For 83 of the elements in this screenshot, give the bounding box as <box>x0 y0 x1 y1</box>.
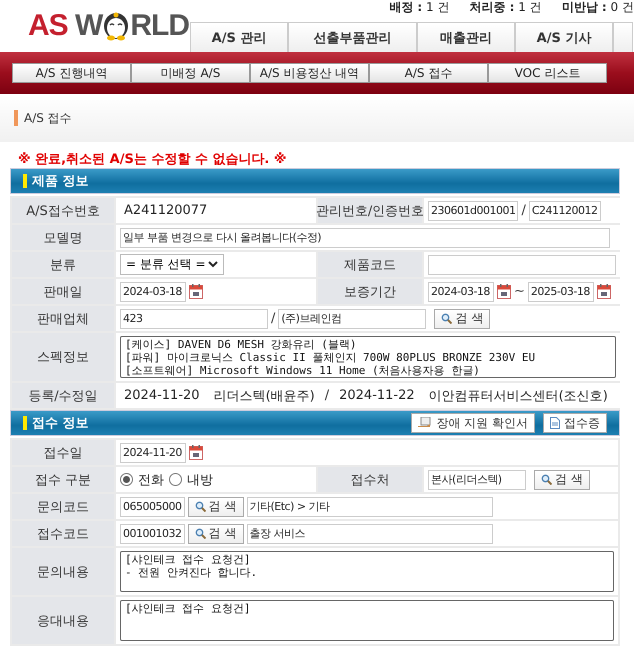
search-icon <box>541 474 552 485</box>
registered-date: 2024-11-20 <box>123 388 201 403</box>
field-label: A/S접수번호 <box>12 198 114 223</box>
inquiry-textarea[interactable]: [샤인테크 접수 요청건] - 전원 안켜진다 합니다. <box>120 551 614 592</box>
document-icon <box>550 417 560 429</box>
separator: / <box>271 311 276 326</box>
input-field[interactable]: 출장 서비스 <box>246 524 492 544</box>
field-label: 접수 구분 <box>12 467 114 492</box>
radio-button[interactable] <box>169 473 182 486</box>
input-field[interactable]: 기타(Etc) > 기타 <box>246 496 492 516</box>
date-field[interactable]: 2024-03-18 <box>120 282 186 302</box>
input-field[interactable]: 230601d001001 <box>428 200 518 220</box>
receipt-number: A241120077 <box>123 203 208 218</box>
registered-by: 리더스텍(배윤주) <box>212 388 316 404</box>
spec-textarea[interactable]: [케이스] DAVEN D6 MESH 강화유리 (블랙) [파워] 마이크로닉스 Classic II 풀체인지 700W 80PLUS BRONZE 230V EU [소프트웨어] Microsoft Windows 11 Home (처음사용자용 한글) <box>120 336 616 378</box>
status-count: 미반납 : 0 건 <box>562 0 634 16</box>
chevron-down-icon <box>208 261 218 268</box>
field-label: 등록/수정일 <box>12 383 114 408</box>
input-field[interactable]: 001001032 <box>120 524 184 544</box>
main-nav-tab[interactable]: 선출부품관리 <box>288 22 417 52</box>
input-field[interactable] <box>428 254 616 274</box>
penguin-icon <box>102 11 130 41</box>
confirmation-button[interactable]: 장애 지원 확인서 <box>411 413 535 433</box>
field-label: 접수처 <box>318 467 422 492</box>
field-label: 판매업체 <box>12 306 114 331</box>
date-field[interactable]: 2025-03-18 <box>528 282 594 302</box>
status-count: 처리중 : 1 건 <box>470 0 542 16</box>
input-field[interactable]: (주)브레인컴 <box>278 308 426 328</box>
separator: ~ <box>514 284 525 299</box>
search-icon <box>194 528 206 539</box>
field-label: 분류 <box>12 252 114 277</box>
sub-nav-tab[interactable]: A/S 비용정산 내역 <box>250 63 369 83</box>
category-select[interactable]: = 분류 선택 = <box>120 254 224 275</box>
field-label: 응대내용 <box>12 597 114 644</box>
field-label: 문의코드 <box>12 494 114 519</box>
input-field[interactable]: 423 <box>120 308 268 328</box>
main-nav-tab[interactable]: 매출관리 <box>417 22 515 52</box>
search-button[interactable]: 검 색 <box>188 496 244 516</box>
search-button[interactable]: 검 색 <box>188 524 244 544</box>
sub-nav-tab[interactable]: 미배정 A/S <box>131 63 250 83</box>
search-button[interactable]: 검 색 <box>434 308 490 328</box>
separator: / <box>324 388 330 403</box>
receipt-button[interactable]: 접수증 <box>543 413 607 433</box>
calendar-icon[interactable] <box>189 284 203 299</box>
input-field[interactable]: 본사(리더스텍) <box>428 470 526 490</box>
calendar-icon[interactable] <box>596 284 611 299</box>
radio-button[interactable] <box>120 473 133 486</box>
field-label: 문의내용 <box>12 548 114 595</box>
field-label: 판매일 <box>12 279 114 304</box>
date-field[interactable]: 2024-11-20 <box>120 442 186 462</box>
search-icon <box>194 501 206 512</box>
calendar-icon[interactable] <box>189 445 203 460</box>
warning-notice: ※ 완료,취소된 A/S는 수정할 수 없습니다. ※ <box>17 151 288 168</box>
separator: / <box>521 203 526 218</box>
calendar-icon[interactable] <box>497 284 511 299</box>
search-icon <box>441 313 452 324</box>
input-field[interactable]: 065005000 <box>120 496 184 516</box>
field-label: 접수코드 <box>12 521 114 546</box>
sub-nav-tab[interactable]: A/S 접수 <box>369 63 488 83</box>
field-label: 제품코드 <box>318 252 422 277</box>
page-title: A/S 접수 <box>24 110 72 126</box>
sub-nav-tab[interactable]: VOC 리스트 <box>488 63 607 83</box>
section-title: 접수 정보 <box>32 415 89 432</box>
logo[interactable]: AS W RLD <box>0 0 190 52</box>
modified-by: 이안컴퓨터서비스센터(조신호) <box>428 388 609 404</box>
main-nav-tab[interactable]: A/S 기사 <box>515 22 613 52</box>
field-label: 접수일 <box>12 440 114 465</box>
section-title: 제품 정보 <box>32 173 89 190</box>
main-nav-tab[interactable]: A/S 관리 <box>190 22 288 52</box>
field-label: 스펙정보 <box>12 333 114 381</box>
input-field[interactable]: C241120012 <box>528 200 601 220</box>
field-label: 모델명 <box>12 225 114 250</box>
modified-date: 2024-11-22 <box>338 388 416 403</box>
status-count: 배정 : 1 건 <box>389 0 450 16</box>
search-button[interactable]: 검 색 <box>534 470 590 490</box>
sub-nav-tab[interactable]: A/S 진행내역 <box>12 63 131 83</box>
field-label: 보증기간 <box>318 279 422 304</box>
input-field[interactable]: 일부 부품 변경으로 다시 올려봅니다(수정) <box>120 228 610 248</box>
radio-label: 내방 <box>187 472 213 488</box>
response-textarea[interactable]: [샤인테크 접수 요청건] <box>120 600 614 641</box>
field-label: 관리번호/인증번호 <box>318 198 422 223</box>
radio-label: 전화 <box>138 472 164 488</box>
date-field[interactable]: 2024-03-18 <box>428 282 494 302</box>
